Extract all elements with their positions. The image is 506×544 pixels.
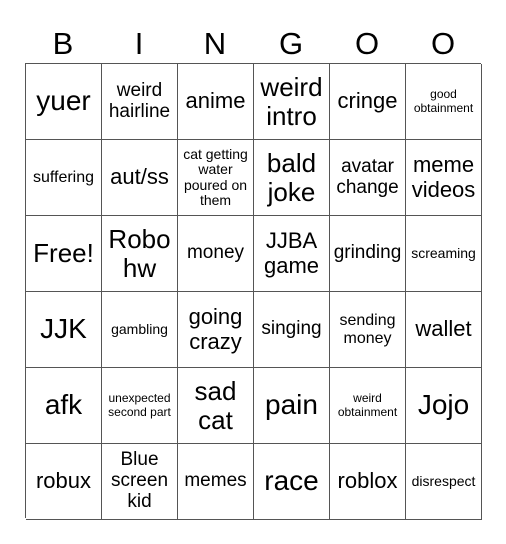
header-letter-o2: O	[430, 26, 456, 61]
bingo-cell[interactable]: sad cat	[178, 368, 254, 444]
bingo-header: B I N G O O	[25, 24, 481, 64]
bingo-cell[interactable]: going crazy	[178, 292, 254, 368]
header-letter-o: O	[354, 26, 380, 61]
bingo-cell[interactable]: robux	[26, 444, 102, 520]
bingo-cell[interactable]: cringe	[330, 64, 406, 140]
bingo-cell[interactable]: Robo hw	[102, 216, 178, 292]
header-letter-g: G	[278, 26, 304, 61]
bingo-cell[interactable]: good obtainment	[406, 64, 482, 140]
bingo-cell[interactable]: money	[178, 216, 254, 292]
bingo-cell[interactable]: disrespect	[406, 444, 482, 520]
bingo-cell[interactable]: weird hairline	[102, 64, 178, 140]
bingo-cell[interactable]: JJBA game	[254, 216, 330, 292]
bingo-cell[interactable]: pain	[254, 368, 330, 444]
bingo-cell[interactable]: weird obtainment	[330, 368, 406, 444]
bingo-cell[interactable]: meme videos	[406, 140, 482, 216]
bingo-cell[interactable]: gambling	[102, 292, 178, 368]
bingo-cell[interactable]: yuer	[26, 64, 102, 140]
bingo-cell[interactable]: Jojo	[406, 368, 482, 444]
bingo-cell[interactable]: Blue screen kid	[102, 444, 178, 520]
header-letter-b: B	[52, 26, 74, 61]
free-space-cell[interactable]: Free!	[26, 216, 102, 292]
bingo-cell[interactable]: aut/ss	[102, 140, 178, 216]
bingo-board: yuer weird hairline anime weird intro cr…	[25, 63, 482, 520]
header-letter-i: I	[134, 26, 144, 61]
bingo-cell[interactable]: grinding	[330, 216, 406, 292]
bingo-cell[interactable]: sending money	[330, 292, 406, 368]
bingo-cell[interactable]: avatar change	[330, 140, 406, 216]
bingo-cell[interactable]: anime	[178, 64, 254, 140]
bingo-cell[interactable]: roblox	[330, 444, 406, 520]
bingo-cell[interactable]: singing	[254, 292, 330, 368]
bingo-cell[interactable]: memes	[178, 444, 254, 520]
header-letter-n: N	[203, 26, 227, 61]
bingo-cell[interactable]: unexpected second part	[102, 368, 178, 444]
bingo-cell[interactable]: cat getting water poured on them	[178, 140, 254, 216]
bingo-cell[interactable]: wallet	[406, 292, 482, 368]
bingo-cell[interactable]: weird intro	[254, 64, 330, 140]
bingo-cell[interactable]: race	[254, 444, 330, 520]
bingo-cell[interactable]: bald joke	[254, 140, 330, 216]
bingo-cell[interactable]: suffering	[26, 140, 102, 216]
bingo-cell[interactable]: screaming	[406, 216, 482, 292]
bingo-cell[interactable]: afk	[26, 368, 102, 444]
bingo-cell[interactable]: JJK	[26, 292, 102, 368]
